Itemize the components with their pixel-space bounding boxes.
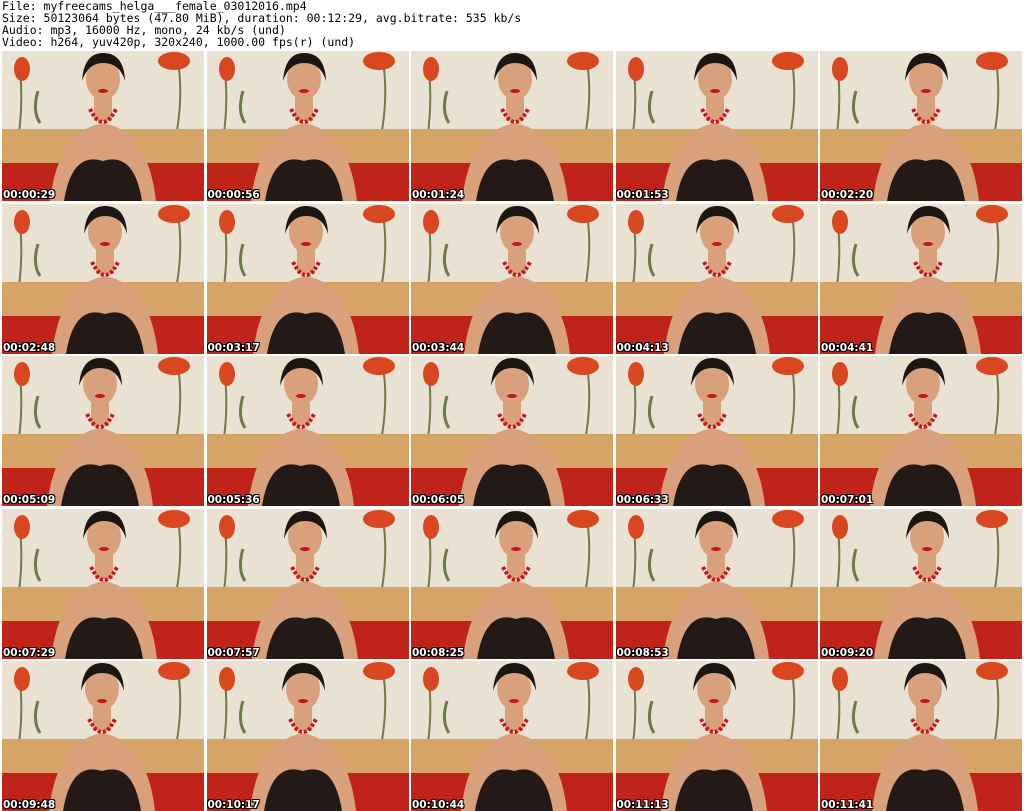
thumbnail-scene <box>411 508 613 659</box>
video-thumbnail: 00:07:57 <box>206 508 409 659</box>
thumbnail-timestamp: 00:04:41 <box>821 341 874 354</box>
video-thumbnail: 00:06:05 <box>411 356 613 506</box>
video-thumbnail: 00:07:29 <box>2 508 204 659</box>
thumbnail-timestamp: 00:07:29 <box>3 646 56 659</box>
thumbnail-timestamp: 00:01:24 <box>412 189 465 201</box>
thumbnail-scene <box>820 508 1022 659</box>
thumbnail-timestamp: 00:03:17 <box>207 341 260 354</box>
video-thumbnail: 00:04:13 <box>615 203 818 354</box>
thumbnail-scene <box>820 356 1022 506</box>
video-thumbnail: 00:00:56 <box>206 51 409 201</box>
thumbnail-scene <box>206 508 409 659</box>
thumbnail-scene <box>411 203 613 354</box>
thumbnail-timestamp: 00:06:33 <box>616 494 669 506</box>
video-thumbnail: 00:03:44 <box>411 203 613 354</box>
thumbnail-timestamp: 00:06:05 <box>412 494 465 506</box>
thumbnail-scene <box>2 508 204 659</box>
thumbnail-timestamp: 00:04:13 <box>616 341 669 354</box>
video-thumbnail: 00:03:17 <box>206 203 409 354</box>
thumbnail-scene <box>615 51 818 201</box>
video-thumbnail: 00:07:01 <box>820 356 1022 506</box>
video-thumbnail: 00:08:53 <box>615 508 818 659</box>
video-thumbnail: 00:05:36 <box>206 356 409 506</box>
thumbnail-scene <box>206 203 409 354</box>
thumbnail-scene <box>820 203 1022 354</box>
thumbnail-scene <box>206 661 409 811</box>
video-thumbnail: 00:09:20 <box>820 508 1022 659</box>
thumbnail-timestamp: 00:05:09 <box>3 494 56 506</box>
contact-sheet: File: myfreecams_helga___female_03012016… <box>0 0 1024 811</box>
video-thumbnail: 00:01:53 <box>615 51 818 201</box>
thumbnail-scene <box>2 661 204 811</box>
thumbnail-scene <box>615 661 818 811</box>
thumbnail-timestamp: 00:00:56 <box>207 189 260 201</box>
video-thumbnail: 00:04:41 <box>820 203 1022 354</box>
video-thumbnail: 00:02:48 <box>2 203 204 354</box>
video-thumbnail: 00:02:20 <box>820 51 1022 201</box>
video-info-line: Video: h264, yuv420p, 320x240, 1000.00 f… <box>2 35 356 49</box>
thumbnail-scene <box>411 51 613 201</box>
video-thumbnail: 00:06:33 <box>615 356 818 506</box>
thumbnail-timestamp: 00:07:01 <box>821 494 874 506</box>
thumbnail-timestamp: 00:02:48 <box>3 341 56 354</box>
thumbnail-scene <box>615 203 818 354</box>
thumbnail-scene <box>206 356 409 506</box>
thumbnail-timestamp: 00:00:29 <box>3 189 56 201</box>
thumbnail-scene <box>206 51 409 201</box>
video-thumbnail: 00:11:13 <box>615 661 818 811</box>
video-thumbnail: 00:05:09 <box>2 356 204 506</box>
video-thumbnail: 00:10:44 <box>411 661 613 811</box>
thumbnail-timestamp: 00:03:44 <box>412 341 465 354</box>
video-thumbnail: 00:10:17 <box>206 661 409 811</box>
thumbnail-timestamp: 00:09:48 <box>3 799 56 811</box>
video-thumbnail: 00:09:48 <box>2 661 204 811</box>
thumbnail-timestamp: 00:07:57 <box>207 646 260 659</box>
thumbnail-scene <box>820 51 1022 201</box>
video-thumbnail: 00:01:24 <box>411 51 613 201</box>
thumbnail-timestamp: 00:10:17 <box>207 799 260 811</box>
video-thumbnail: 00:08:25 <box>411 508 613 659</box>
video-thumbnail: 00:00:29 <box>2 51 204 201</box>
thumbnail-timestamp: 00:08:25 <box>412 646 465 659</box>
thumbnail-timestamp: 00:10:44 <box>412 799 465 811</box>
thumbnail-scene <box>615 508 818 659</box>
thumbnail-scene <box>2 203 204 354</box>
thumbnail-scene <box>2 51 204 201</box>
thumbnail-scene <box>820 661 1022 811</box>
thumbnail-timestamp: 00:11:13 <box>616 799 669 811</box>
thumbnail-scene <box>2 356 204 506</box>
video-thumbnail: 00:11:41 <box>820 661 1022 811</box>
thumbnail-timestamp: 00:08:53 <box>616 646 669 659</box>
thumbnail-timestamp: 00:02:20 <box>821 189 874 201</box>
thumbnail-timestamp: 00:09:20 <box>821 646 874 659</box>
thumbnail-grid: 00:00:29 00:00:56 00:01:24 00:01:53 00:02:20… <box>2 51 1022 811</box>
file-info-header: File: myfreecams_helga___female_03012016… <box>2 0 1022 48</box>
thumbnail-scene <box>615 356 818 506</box>
thumbnail-scene <box>411 356 613 506</box>
thumbnail-timestamp: 00:05:36 <box>207 494 260 506</box>
thumbnail-timestamp: 00:01:53 <box>616 189 669 201</box>
thumbnail-scene <box>411 661 613 811</box>
thumbnail-timestamp: 00:11:41 <box>821 799 874 811</box>
